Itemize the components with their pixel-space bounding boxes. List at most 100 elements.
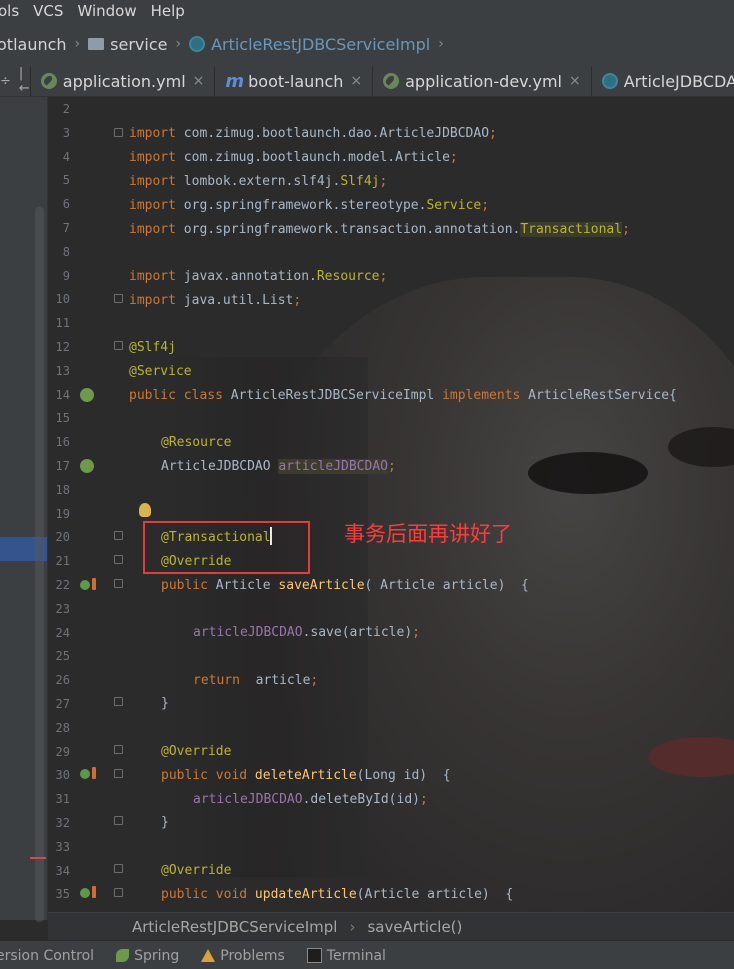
code-line-31: articleJDBCDAO.deleteById(id); <box>193 792 428 807</box>
tool-problems[interactable]: Problems <box>201 948 285 964</box>
menu-window[interactable]: Window <box>70 0 143 22</box>
breadcrumb-separator: › <box>175 36 182 52</box>
import-path: org.springframework.stereotype. <box>183 198 427 213</box>
tab-boot-launch[interactable]: m boot-launch × <box>215 66 374 96</box>
line-number: 28 <box>55 720 70 735</box>
fold-marker[interactable] <box>114 888 123 897</box>
parameters: ( Article article) { <box>364 578 529 593</box>
line-number: 25 <box>55 649 70 664</box>
semicolon: ; <box>412 625 420 640</box>
tool-version-control[interactable]: ersion Control <box>0 948 94 964</box>
annotation-name: Resource <box>316 269 380 284</box>
keyword: import <box>129 126 184 141</box>
line-number: 35 <box>55 887 70 902</box>
interface-name: ArticleRestService{ <box>528 388 677 403</box>
method-name: updateArticle <box>254 887 357 902</box>
annotation-name: Transactional <box>520 222 623 237</box>
implements-arrow-icon <box>92 886 96 898</box>
breadcrumb-project-label: otlaunch <box>0 34 67 54</box>
tab-tools: ÷ |← <box>0 66 31 96</box>
fold-marker[interactable] <box>114 341 123 350</box>
line-number: 34 <box>55 863 70 878</box>
tool-terminal[interactable]: Terminal <box>306 947 386 964</box>
import-path: com.zimug.bootlaunch.model.Article <box>183 150 450 165</box>
menu-vcs[interactable]: VCS <box>26 0 70 22</box>
line-number: 3 <box>62 125 70 140</box>
code-line-29: @Override <box>161 744 232 759</box>
semicolon: ; <box>419 792 428 807</box>
line-number: 10 <box>55 292 70 307</box>
breadcrumb-separator: › <box>74 36 81 52</box>
fold-marker[interactable] <box>114 294 123 303</box>
implements-method-icon[interactable] <box>80 580 90 590</box>
project-scrollbar[interactable] <box>35 207 44 922</box>
fold-marker[interactable] <box>114 816 123 825</box>
line-number: 7 <box>62 221 70 235</box>
keyword: import <box>129 150 184 165</box>
editor-breadcrumb-method[interactable]: saveArticle() <box>367 918 462 936</box>
method-call: .deleteById(id) <box>302 792 420 807</box>
line-number: 15 <box>55 411 70 426</box>
code-line-7: import org.springframework.transaction.a… <box>129 222 630 237</box>
line-number: 19 <box>55 506 70 521</box>
code-line-10: import java.util.List; <box>129 293 301 308</box>
close-icon[interactable]: × <box>350 73 362 89</box>
spring-bean-icon[interactable] <box>80 388 94 402</box>
tool-spring[interactable]: Spring <box>116 948 179 964</box>
keyword: return <box>193 673 248 688</box>
project-panel[interactable] <box>0 97 48 922</box>
fold-marker[interactable] <box>114 531 123 540</box>
code-line-35: public void updateArticle(Article articl… <box>161 887 513 902</box>
lightbulb-icon[interactable] <box>139 503 151 517</box>
line-number: 4 <box>62 149 70 164</box>
keyword: import <box>129 198 184 213</box>
tab-label: application-dev.yml <box>405 71 562 91</box>
code-line-13: @Service <box>129 364 192 379</box>
close-icon[interactable]: × <box>569 73 581 89</box>
semicolon: ; <box>622 222 630 237</box>
tab-article-jdbc-dao[interactable]: ArticleJDBCDAO.j <box>592 66 734 96</box>
tab-application-dev-yml[interactable]: application-dev.yml × <box>373 66 592 96</box>
close-icon[interactable]: × <box>193 73 205 89</box>
breadcrumb-folder[interactable]: service <box>88 35 167 54</box>
line-number: 32 <box>55 816 70 830</box>
breadcrumb-class[interactable]: ArticleRestJDBCServiceImpl <box>189 35 430 54</box>
annotation-highlight-box <box>143 521 310 574</box>
terminal-icon <box>306 948 322 963</box>
line-number: 18 <box>55 482 70 497</box>
line-number: 16 <box>55 435 70 450</box>
fold-marker[interactable] <box>114 769 123 778</box>
implements-arrow-icon <box>92 767 96 779</box>
menu-help[interactable]: Help <box>144 0 192 22</box>
keyword: import <box>129 293 184 308</box>
implements-method-icon[interactable] <box>80 769 90 779</box>
field-name: articleJDBCDAO <box>193 625 303 640</box>
editor-breadcrumb-class[interactable]: ArticleRestJDBCServiceImpl <box>132 918 337 936</box>
fold-marker[interactable] <box>114 555 123 564</box>
breadcrumb-class-label: ArticleRestJDBCServiceImpl <box>211 34 431 54</box>
fold-marker[interactable] <box>114 864 123 873</box>
breadcrumb-project[interactable]: otlaunch <box>0 35 67 54</box>
fold-marker[interactable] <box>114 128 123 137</box>
code-line-22: public Article saveArticle( Article arti… <box>161 578 529 593</box>
tab-application-yml[interactable]: application.yml × <box>31 66 216 96</box>
code-editor[interactable] <box>48 97 734 912</box>
settings-icon[interactable]: ÷ <box>0 74 11 89</box>
collapse-icon[interactable]: |← <box>19 66 30 96</box>
keyword: public void <box>161 768 255 783</box>
code-line-32: } <box>161 815 169 830</box>
method-name: deleteArticle <box>254 768 357 783</box>
code-line-24: articleJDBCDAO.save(article); <box>193 625 420 640</box>
fold-marker[interactable] <box>114 745 123 754</box>
autowired-navigation-icon[interactable] <box>80 459 94 473</box>
line-number: 23 <box>55 601 70 616</box>
menu-tools[interactable]: ols <box>0 0 26 22</box>
breadcrumb-separator: › <box>349 918 356 936</box>
fold-marker[interactable] <box>114 579 123 588</box>
variable: article <box>247 673 311 688</box>
code-line-6: import org.springframework.stereotype.Se… <box>129 198 489 213</box>
yaml-file-icon <box>40 73 57 89</box>
tool-label: Terminal <box>326 947 386 964</box>
implements-method-icon[interactable] <box>80 888 90 898</box>
fold-marker[interactable] <box>114 697 123 706</box>
